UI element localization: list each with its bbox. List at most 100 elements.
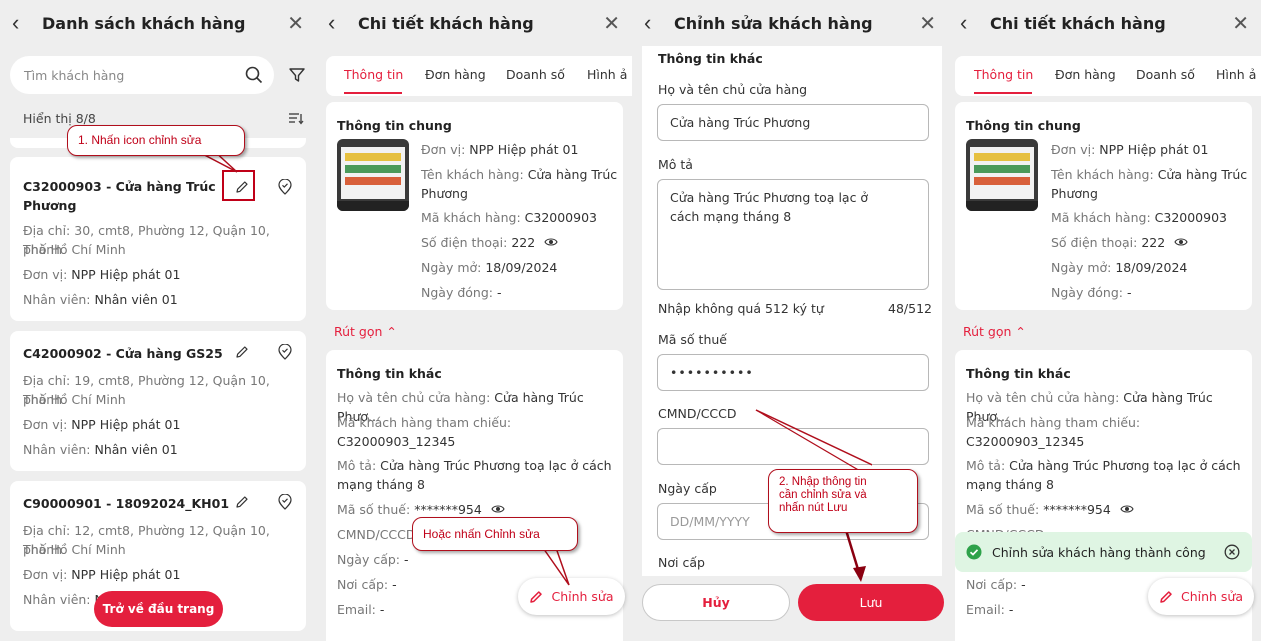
tab-sales[interactable]: Doanh số — [1136, 67, 1195, 82]
header: ‹ Chỉnh sửa khách hàng ✕ — [632, 0, 948, 46]
instruction-callout: 1. Nhấn icon chỉnh sửa — [67, 125, 245, 156]
info-code: Mã khách hàng: C32000903 — [1051, 210, 1227, 225]
customer-name: C90000901 - 18092024_KH01 — [23, 496, 230, 511]
customer-card[interactable]: C32000903 - Cửa hàng Trúc Phương Địa chỉ… — [10, 157, 306, 321]
close-icon[interactable]: ✕ — [603, 11, 620, 36]
customer-edit-screen: ‹ Chỉnh sửa khách hàng ✕ Thông tin khác … — [632, 0, 948, 641]
eye-icon[interactable] — [1173, 235, 1189, 249]
info-issue-date: Ngày cấp: - — [337, 552, 409, 567]
tab-info[interactable]: Thông tin — [974, 67, 1033, 82]
customer-unit: Đơn vị: NPP Hiệp phát 01 — [23, 567, 181, 582]
instruction-callout: 2. Nhập thông tin cần chỉnh sửa và nhấn … — [768, 469, 918, 533]
customer-card[interactable]: C42000902 - Cửa hàng GS25 Địa chỉ: 19, c… — [10, 331, 306, 471]
page-title: Chi tiết khách hàng — [990, 13, 1166, 33]
location-check-icon[interactable] — [274, 341, 296, 363]
back-arrow-icon[interactable]: ‹ — [328, 10, 350, 36]
search-icon[interactable] — [244, 65, 264, 85]
close-circle-icon[interactable] — [1223, 543, 1241, 561]
desc-hint: Nhập không quá 512 ký tự — [658, 301, 824, 316]
back-arrow-icon[interactable]: ‹ — [960, 10, 982, 36]
issue-date-label: Ngày cấp — [658, 481, 717, 496]
filter-icon[interactable] — [287, 65, 307, 85]
close-icon[interactable]: ✕ — [287, 11, 304, 36]
customer-name: C42000902 - Cửa hàng GS25 — [23, 346, 223, 361]
section-title: Thông tin khác — [966, 366, 1071, 381]
edit-button-label: Chỉnh sửa — [1180, 589, 1244, 604]
page-title: Chi tiết khách hàng — [358, 13, 534, 33]
customer-unit: Đơn vị: NPP Hiệp phát 01 — [23, 267, 181, 282]
location-check-icon[interactable] — [274, 176, 296, 198]
callout-pointer — [541, 545, 570, 586]
edit-pencil-icon — [1160, 590, 1172, 603]
back-arrow-icon[interactable]: ‹ — [12, 10, 34, 36]
collapse-link[interactable]: Rút gọn ⌃ — [334, 322, 397, 341]
info-issue-place: Nơi cấp: - — [966, 577, 1026, 592]
owner-name-field[interactable]: Cửa hàng Trúc Phương — [657, 104, 929, 141]
tab-bar: Thông tin Đơn hàng Doanh số Hình ả — [326, 56, 632, 96]
search-input[interactable]: Tìm khách hàng — [10, 56, 274, 94]
customer-staff: Nhân viên: Nhân viên 01 — [23, 442, 178, 457]
tab-info[interactable]: Thông tin — [344, 67, 403, 82]
edit-pencil-icon[interactable] — [231, 341, 253, 363]
info-phone: Số điện thoại: 222 — [421, 235, 536, 250]
info-unit: Đơn vị: NPP Hiệp phát 01 — [1051, 142, 1209, 157]
desc-counter: 48/512 — [888, 301, 932, 316]
info-id: CMND/CCCD — [337, 527, 416, 542]
edit-button[interactable]: Chỉnh sửa — [1148, 578, 1254, 615]
sort-icon[interactable] — [286, 109, 306, 127]
back-arrow-icon[interactable]: ‹ — [644, 10, 666, 36]
tab-orders[interactable]: Đơn hàng — [425, 67, 486, 82]
active-tab-underline — [344, 92, 402, 94]
tab-sales[interactable]: Doanh số — [506, 67, 565, 82]
issue-place-label: Nơi cấp — [658, 555, 705, 570]
eye-icon[interactable] — [490, 502, 506, 516]
search-placeholder: Tìm khách hàng — [24, 68, 125, 83]
info-name: Tên khách hàng: Cửa hàng Trúc — [421, 167, 618, 182]
store-photo — [966, 139, 1038, 211]
eye-icon[interactable] — [1119, 502, 1135, 516]
desc-label: Mô tả — [658, 157, 693, 172]
header: ‹ Danh sách khách hàng ✕ — [0, 0, 316, 46]
tab-images[interactable]: Hình ả — [587, 67, 627, 82]
close-icon[interactable]: ✕ — [1232, 11, 1249, 36]
info-unit: Đơn vị: NPP Hiệp phát 01 — [421, 142, 579, 157]
customer-list-screen: ‹ Danh sách khách hàng ✕ Tìm khách hàng … — [0, 0, 316, 641]
info-open-date: Ngày mở: 18/09/2024 — [1051, 260, 1188, 275]
info-desc: Mô tả: Cửa hàng Trúc Phương toạ lạc ở cá… — [966, 458, 1241, 473]
description-textarea[interactable]: Cửa hàng Trúc Phương toạ lạc ở cách mạng… — [657, 179, 929, 290]
back-to-top-button[interactable]: Trở về đầu trang — [94, 591, 223, 627]
edit-pencil-icon[interactable] — [231, 491, 253, 513]
customer-staff: Nhân viên: N — [23, 592, 104, 607]
id-label: CMND/CCCD — [658, 406, 737, 421]
instruction-callout: Hoặc nhấn Chỉnh sửa — [412, 517, 578, 551]
owner-label: Họ và tên chủ cửa hàng — [658, 82, 808, 97]
location-check-icon[interactable] — [274, 491, 296, 513]
customer-detail-screen: ‹ Chi tiết khách hàng ✕ Thông tin Đơn hà… — [316, 0, 632, 641]
header: ‹ Chi tiết khách hàng ✕ — [948, 0, 1261, 46]
toast-message: Chỉnh sửa khách hàng thành công — [992, 545, 1206, 560]
tab-orders[interactable]: Đơn hàng — [1055, 67, 1116, 82]
customer-address-cont: phố Hồ Chí Minh — [23, 392, 126, 407]
info-desc-cont: mạng tháng 8 — [337, 477, 425, 492]
collapse-link[interactable]: Rút gọn ⌃ — [963, 322, 1026, 341]
page-title: Chỉnh sửa khách hàng — [674, 13, 873, 33]
customer-address-cont: phố Hồ Chí Minh — [23, 242, 126, 257]
info-email: Email: - — [966, 602, 1014, 617]
info-ref-label: Mã khách hàng tham chiếu: — [966, 415, 1141, 430]
general-info-card: Thông tin chung Đơn vị: NPP Hiệp phát 01… — [326, 102, 623, 310]
info-issue-place: Nơi cấp: - — [337, 577, 397, 592]
eye-icon[interactable] — [543, 235, 559, 249]
page-title: Danh sách khách hàng — [42, 13, 246, 33]
info-close-date: Ngày đóng: - — [421, 285, 502, 300]
tax-code-field[interactable]: •••••••••• — [657, 354, 929, 391]
info-ref-value: C32000903_12345 — [337, 434, 456, 449]
info-name-cont: Phương — [421, 186, 468, 201]
info-ref-value: C32000903_12345 — [966, 434, 1085, 449]
customer-name-cont: Phương — [23, 198, 77, 213]
info-ref-label: Mã khách hàng tham chiếu: — [337, 415, 512, 430]
info-desc-cont: mạng tháng 8 — [966, 477, 1054, 492]
tab-images[interactable]: Hình ả — [1216, 67, 1256, 82]
close-icon[interactable]: ✕ — [919, 11, 936, 36]
info-name-cont: Phương — [1051, 186, 1098, 201]
customer-address-cont: phố Hồ Chí Minh — [23, 542, 126, 557]
